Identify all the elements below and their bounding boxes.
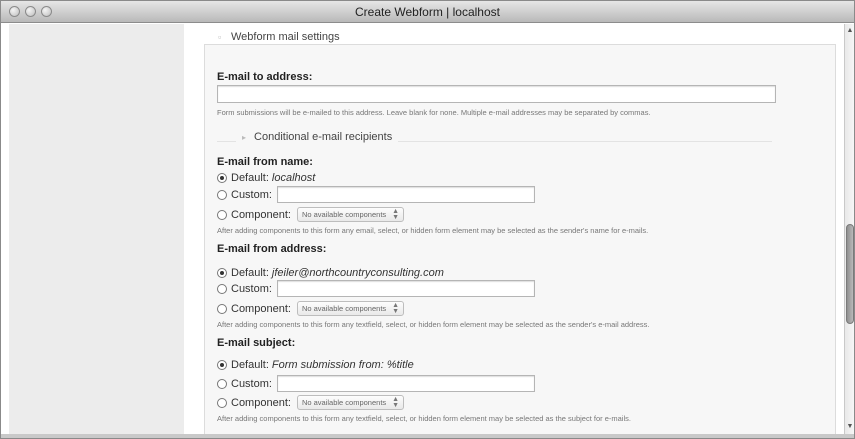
webform-mail-settings-fieldset: E-mail to address: Form submissions will…	[204, 44, 836, 438]
triangle-icon: ▫	[218, 32, 222, 42]
window-title: Create Webform | localhost	[355, 5, 500, 19]
browser-window: Create Webform | localhost E-mail to add…	[0, 0, 855, 439]
select-arrows-icon: ▲ ▼	[392, 395, 400, 409]
triangle-icon: ▸	[242, 133, 247, 142]
left-sidebar	[9, 24, 184, 434]
subject-default-option[interactable]: Default: Form submission from: %title	[217, 359, 414, 371]
from-name-default-option[interactable]: Default: localhost	[217, 172, 315, 184]
page-viewport: E-mail to address: Form submissions will…	[1, 24, 844, 438]
subject-custom-option[interactable]: Custom:	[217, 375, 535, 392]
conditional-recipients-legend[interactable]: ▸ Conditional e-mail recipients	[236, 131, 399, 143]
from-address-component-label: Component:	[231, 302, 291, 315]
fieldset-legend-text: Webform mail settings	[231, 31, 340, 43]
from-name-component-label: Component:	[231, 208, 291, 221]
subject-default-label: Default:	[231, 359, 269, 371]
fieldset-legend[interactable]: ▫ Webform mail settings	[212, 31, 346, 43]
subject-custom-label: Custom:	[231, 377, 272, 390]
from-address-custom-radio[interactable]	[217, 283, 227, 294]
from-address-component-select-value: No available components	[301, 304, 387, 313]
email-to-label: E-mail to address:	[217, 71, 313, 83]
from-name-default-value: localhost	[271, 172, 316, 184]
email-to-field[interactable]	[217, 85, 776, 103]
from-name-component-option[interactable]: Component: No available components ▲ ▼	[217, 207, 405, 222]
subject-component-option[interactable]: Component: No available components ▲ ▼	[217, 395, 405, 410]
from-name-custom-option[interactable]: Custom:	[217, 186, 535, 203]
from-name-custom-radio[interactable]	[217, 189, 227, 200]
subject-custom-field[interactable]	[276, 375, 535, 392]
vertical-scrollbar[interactable]: ▲ ▼	[844, 24, 854, 434]
from-name-component-radio[interactable]	[217, 209, 227, 220]
from-name-default-label: Default:	[231, 172, 269, 184]
scroll-down-arrow-icon[interactable]: ▼	[845, 422, 854, 432]
from-address-default-label: Default:	[231, 267, 269, 279]
from-name-component-select[interactable]: No available components ▲ ▼	[296, 207, 405, 222]
subject-label: E-mail subject:	[217, 337, 296, 349]
select-arrows-icon: ▲ ▼	[392, 207, 400, 221]
conditional-recipients-text: Conditional e-mail recipients	[254, 131, 393, 143]
subject-description: After adding components to this form any…	[217, 414, 631, 423]
subject-default-radio[interactable]	[217, 360, 227, 370]
from-address-component-select[interactable]: No available components ▲ ▼	[296, 301, 405, 316]
subject-component-select-value: No available components	[301, 398, 387, 407]
subject-component-radio[interactable]	[217, 397, 227, 408]
subject-component-label: Component:	[231, 396, 291, 409]
from-name-description: After adding components to this form any…	[217, 226, 649, 235]
from-name-component-select-value: No available components	[301, 210, 387, 219]
select-arrows-icon: ▲ ▼	[392, 301, 400, 315]
subject-component-select[interactable]: No available components ▲ ▼	[296, 395, 405, 410]
from-name-custom-field[interactable]	[276, 186, 535, 203]
subject-custom-radio[interactable]	[217, 378, 227, 389]
from-address-custom-label: Custom:	[231, 282, 272, 295]
scroll-up-arrow-icon[interactable]: ▲	[845, 26, 854, 36]
title-bar: Create Webform | localhost	[1, 1, 854, 23]
email-to-description: Form submissions will be e-mailed to thi…	[217, 108, 651, 117]
from-name-custom-label: Custom:	[231, 188, 272, 201]
from-address-description: After adding components to this form any…	[217, 320, 650, 329]
from-address-default-radio[interactable]	[217, 268, 227, 278]
from-address-label: E-mail from address:	[217, 243, 327, 255]
from-name-label: E-mail from name:	[217, 156, 313, 168]
from-address-custom-option[interactable]: Custom:	[217, 280, 535, 297]
from-name-default-radio[interactable]	[217, 173, 227, 183]
subject-default-value: Form submission from: %title	[271, 359, 414, 371]
from-address-component-radio[interactable]	[217, 303, 227, 314]
from-address-custom-field[interactable]	[276, 280, 535, 297]
window-bottom-edge	[1, 434, 854, 438]
scroll-thumb[interactable]	[846, 224, 854, 324]
main-content: E-mail to address: Form submissions will…	[184, 24, 844, 438]
from-address-default-option[interactable]: Default: jfeiler@northcountryconsulting.…	[217, 267, 444, 279]
from-address-default-value: jfeiler@northcountryconsulting.com	[271, 267, 444, 279]
from-address-component-option[interactable]: Component: No available components ▲ ▼	[217, 301, 405, 316]
